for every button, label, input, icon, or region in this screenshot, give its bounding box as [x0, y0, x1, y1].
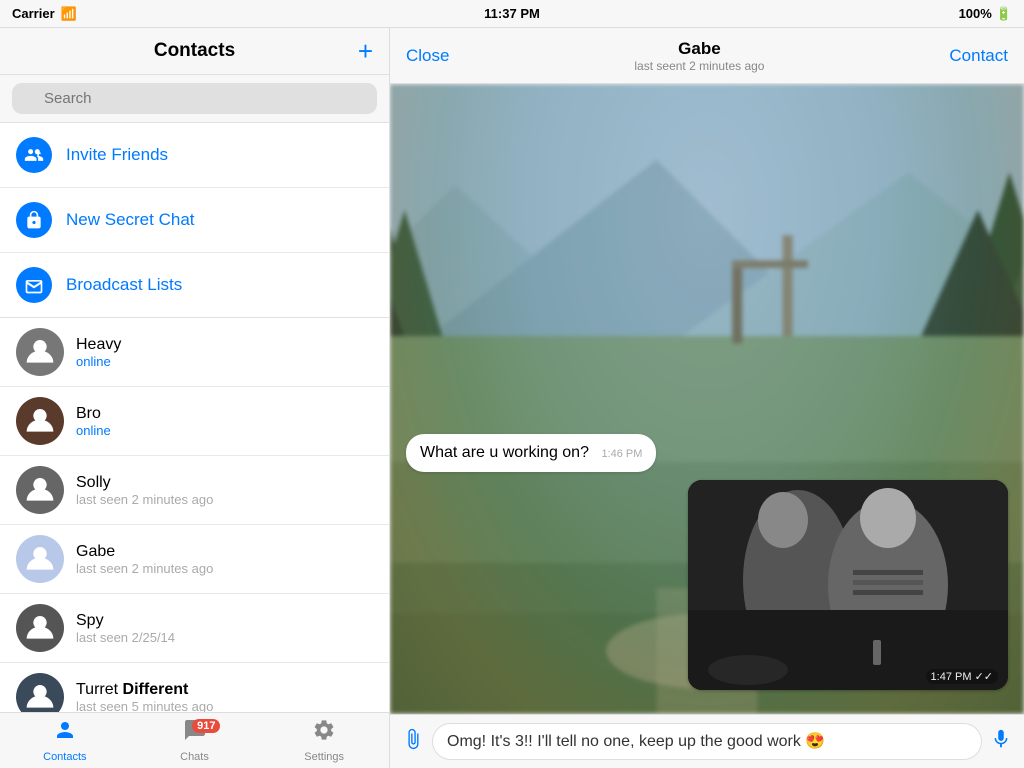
chats-badge: 917 [192, 719, 220, 733]
close-button[interactable]: Close [406, 46, 449, 66]
chat-contact-name: Gabe [634, 39, 764, 59]
left-panel: Contacts + 🔍 Invite Friends [0, 28, 390, 768]
wifi-icon: 📶 [61, 6, 77, 22]
message-input[interactable] [447, 732, 967, 750]
contact-status-turret: last seen 5 minutes ago [76, 699, 373, 713]
photo-content [688, 480, 1008, 690]
main-layout: Contacts + 🔍 Invite Friends [0, 28, 1024, 768]
search-input[interactable] [12, 83, 377, 114]
invite-friends-icon [16, 137, 52, 173]
message-input-wrap [432, 723, 982, 760]
contact-status-bro: online [76, 423, 373, 438]
contact-item-bro[interactable]: Bro online [0, 387, 389, 456]
broadcast-label: Broadcast Lists [66, 275, 182, 295]
message-bubble-1: What are u working on? 1:46 PM [406, 434, 656, 472]
tab-contacts[interactable]: Contacts [0, 713, 130, 768]
avatar-bro [16, 397, 64, 445]
contact-item-spy[interactable]: Spy last seen 2/25/14 [0, 594, 389, 663]
settings-tab-icon [312, 718, 336, 748]
contact-name-bro: Bro [76, 405, 373, 423]
broadcast-icon [16, 267, 52, 303]
contact-button[interactable]: Contact [949, 46, 1008, 66]
message-row-1: What are u working on? 1:46 PM [406, 434, 1008, 472]
chat-area: What are u working on? 1:46 PM [390, 84, 1024, 714]
contact-item-heavy[interactable]: Heavy online [0, 318, 389, 387]
menu-item-secret[interactable]: New Secret Chat [0, 188, 389, 253]
add-contact-button[interactable]: + [358, 38, 373, 64]
contact-item-turret[interactable]: Turret Different last seen 5 minutes ago [0, 663, 389, 712]
status-bar: Carrier 📶 11:37 PM 100% 🔋 [0, 0, 1024, 28]
search-bar: 🔍 [0, 75, 389, 123]
contact-info-turret: Turret Different last seen 5 minutes ago [76, 681, 373, 713]
chat-header-info: Gabe last seent 2 minutes ago [634, 39, 764, 73]
status-bar-right: 100% 🔋 [959, 6, 1012, 22]
contact-name-turret: Turret Different [76, 681, 373, 699]
contact-item-gabe[interactable]: Gabe last seen 2 minutes ago [0, 525, 389, 594]
tab-chats[interactable]: 917 Chats [130, 713, 260, 768]
chats-tab-label: Chats [180, 751, 209, 763]
battery-icon: 🔋 [996, 6, 1012, 22]
contact-name-solly: Solly [76, 474, 373, 492]
right-panel: Close Gabe last seent 2 minutes ago Cont… [390, 28, 1024, 768]
chat-messages: What are u working on? 1:46 PM [390, 84, 1024, 714]
menu-item-broadcast[interactable]: Broadcast Lists [0, 253, 389, 317]
status-bar-time: 11:37 PM [484, 6, 540, 21]
chat-contact-sub: last seent 2 minutes ago [634, 59, 764, 73]
contact-name-heavy: Heavy [76, 336, 373, 354]
menu-item-invite[interactable]: Invite Friends [0, 123, 389, 188]
secret-chat-icon [16, 202, 52, 238]
contacts-tab-label: Contacts [43, 751, 86, 763]
contact-name-gabe: Gabe [76, 543, 373, 561]
contact-status-heavy: online [76, 354, 373, 369]
avatar-turret [16, 673, 64, 712]
status-bar-left: Carrier 📶 [12, 6, 77, 22]
contacts-tab-icon [53, 718, 77, 748]
menu-items: Invite Friends New Secret Chat Broadcast… [0, 123, 389, 318]
contact-status-gabe: last seen 2 minutes ago [76, 561, 373, 576]
contact-info-bro: Bro online [76, 405, 373, 438]
message-row-2: 1:47 PM ✓✓ [406, 480, 1008, 690]
search-wrap: 🔍 [12, 83, 377, 114]
input-bar [390, 714, 1024, 768]
attach-button[interactable] [402, 728, 424, 756]
avatar-spy [16, 604, 64, 652]
contacts-header: Contacts + [0, 28, 389, 75]
contact-status-solly: last seen 2 minutes ago [76, 492, 373, 507]
chat-header: Close Gabe last seent 2 minutes ago Cont… [390, 28, 1024, 84]
image-time: 1:47 PM ✓✓ [926, 669, 998, 684]
contact-name-spy: Spy [76, 612, 373, 630]
tab-bar: Contacts 917 Chats Settings [0, 712, 389, 768]
avatar-heavy [16, 328, 64, 376]
contact-info-gabe: Gabe last seen 2 minutes ago [76, 543, 373, 576]
contact-info-spy: Spy last seen 2/25/14 [76, 612, 373, 645]
mic-button[interactable] [990, 728, 1012, 756]
avatar-solly [16, 466, 64, 514]
avatar-gabe [16, 535, 64, 583]
contact-info-solly: Solly last seen 2 minutes ago [76, 474, 373, 507]
image-bubble: 1:47 PM ✓✓ [688, 480, 1008, 690]
secret-chat-label: New Secret Chat [66, 210, 195, 230]
checkmarks: ✓✓ [975, 671, 993, 683]
contact-item-solly[interactable]: Solly last seen 2 minutes ago [0, 456, 389, 525]
carrier-label: Carrier [12, 6, 55, 21]
contact-list: Heavy online Bro online [0, 318, 389, 712]
contact-status-spy: last seen 2/25/14 [76, 630, 373, 645]
invite-friends-label: Invite Friends [66, 145, 168, 165]
contacts-title: Contacts [154, 40, 235, 62]
message-time-1: 1:46 PM [601, 448, 642, 460]
contact-info-heavy: Heavy online [76, 336, 373, 369]
settings-tab-label: Settings [304, 751, 344, 763]
tab-settings[interactable]: Settings [259, 713, 389, 768]
battery-label: 100% [959, 6, 992, 21]
message-text-1: What are u working on? [420, 444, 589, 461]
